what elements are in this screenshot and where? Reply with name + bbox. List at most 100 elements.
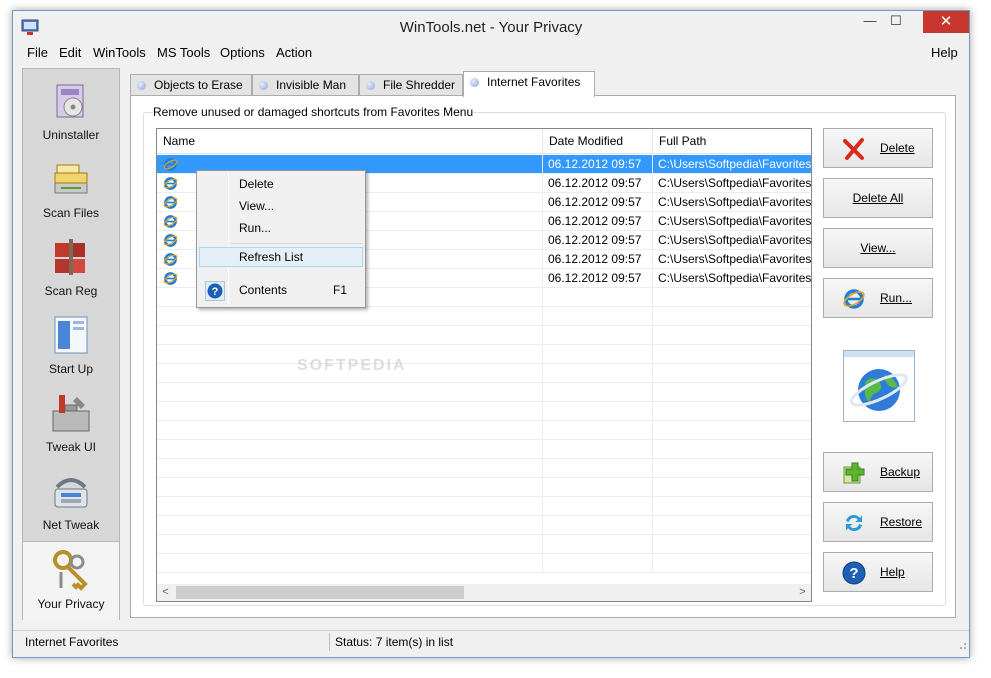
menu-help[interactable]: Help [931,45,958,60]
date-modified-cell: 06.12.2012 09:57 [543,250,653,269]
menu-ms-tools[interactable]: MS Tools [157,45,210,60]
full-path-cell [653,307,811,326]
context-menu: Delete View... Run... Refresh List ? Con… [196,170,366,308]
tab-label: File Shredder [383,78,456,92]
scan-reg-icon [55,239,85,275]
table-row [157,554,811,573]
internet-explorer-icon [163,196,178,209]
full-path-cell [653,440,811,459]
date-modified-cell [543,288,653,307]
context-item-delete[interactable]: Delete [199,174,363,194]
scroll-thumb[interactable] [176,586,464,599]
backup-button[interactable]: Backup [823,452,933,492]
full-path-cell [653,459,811,478]
delete-button[interactable]: Delete [823,128,933,168]
name-cell [157,421,543,440]
delete-label: Delete [880,141,915,155]
sidebar-item-label: Start Up [48,362,93,376]
full-path-cell [653,535,811,554]
table-row [157,516,811,535]
context-item-view[interactable]: View... [199,196,363,216]
sidebar-item-tweak-ui[interactable]: Tweak UI [23,385,119,463]
tab-invisible-man[interactable]: Invisible Man [252,74,359,96]
help-button[interactable]: ? Help [823,552,933,592]
table-row [157,402,811,421]
full-path-cell [653,497,811,516]
full-path-cell: C:\Users\Softpedia\Favorites [658,233,812,247]
date-modified-cell [543,497,653,516]
date-modified-cell [543,516,653,535]
restore-button[interactable]: Restore [823,502,933,542]
full-path-cell [653,364,811,383]
scroll-left-arrow[interactable]: < [157,584,174,601]
tab-objects-to-erase[interactable]: Objects to Erase [130,74,252,96]
date-modified-cell: 06.12.2012 09:57 [543,212,653,231]
column-header-name[interactable]: Name [157,129,543,154]
date-modified-cell: 06.12.2012 09:57 [543,231,653,250]
date-modified-cell [543,478,653,497]
context-item-label: View... [239,199,275,213]
full-path-cell [653,326,811,345]
table-row [157,478,811,497]
sidebar-item-label: Tweak UI [45,440,96,454]
date-modified-cell [543,421,653,440]
your-privacy-icon [53,550,88,591]
tab-bullet-icon [137,81,146,90]
run-button[interactable]: Run... [823,278,933,318]
resize-grip-icon[interactable] [957,640,967,650]
delete-all-button[interactable]: Delete All [823,178,933,218]
title-bar[interactable]: WinTools.net - Your Privacy — ☐ ✕ [13,11,969,43]
horizontal-scrollbar[interactable]: < > [157,584,811,601]
app-window: WinTools.net - Your Privacy — ☐ ✕ File E… [12,10,970,658]
tab-bullet-icon [366,81,375,90]
tab-internet-favorites[interactable]: Internet Favorites [463,71,595,97]
status-divider [329,633,330,651]
menu-edit[interactable]: Edit [59,45,81,60]
date-modified-cell: 06.12.2012 09:57 [543,174,653,193]
run-label: Run... [880,291,913,305]
help-label: Help [880,565,905,579]
menu-options[interactable]: Options [220,45,265,60]
date-modified-cell: 06.12.2012 09:57 [543,269,653,288]
tweak-ui-icon [52,395,90,432]
maximize-button[interactable]: ☐ [881,11,911,33]
date-modified-cell [543,402,653,421]
internet-explorer-icon [163,272,178,285]
column-header-date-modified[interactable]: Date Modified [543,129,653,154]
date-modified-cell [543,535,653,554]
status-text: Status: 7 item(s) in list [335,635,454,649]
scroll-right-arrow[interactable]: > [794,584,811,601]
backup-label: Backup [880,465,921,479]
sidebar-item-scan-reg[interactable]: Scan Reg [23,229,119,307]
context-item-contents[interactable]: ? Contents F1 [199,277,363,303]
date-modified-cell: 06.12.2012 09:57 [543,193,653,212]
table-row [157,364,811,383]
start-up-icon [54,316,88,354]
table-row [157,383,811,402]
close-button[interactable]: ✕ [923,11,969,33]
date-modified-cell [543,459,653,478]
menu-action[interactable]: Action [276,45,312,60]
sidebar-item-scan-files[interactable]: Scan Files [23,151,119,229]
sidebar-item-uninstaller[interactable]: Uninstaller [23,73,119,151]
column-header-full-path[interactable]: Full Path [653,129,811,154]
full-path-cell: C:\Users\Softpedia\Favorites [658,195,812,209]
context-item-label: Run... [239,221,272,235]
full-path-cell: C:\Users\Softpedia\Favorites [658,271,812,285]
tab-file-shredder[interactable]: File Shredder [359,74,463,96]
context-item-label: Refresh List [239,250,304,264]
menu-wintools[interactable]: WinTools [93,45,146,60]
view-button[interactable]: View... [823,228,933,268]
sidebar-item-start-up[interactable]: Start Up [23,307,119,385]
context-item-run[interactable]: Run... [199,218,363,238]
refresh-icon [846,514,862,532]
window-title: WinTools.net - Your Privacy [399,19,583,36]
sidebar-item-net-tweak[interactable]: Net Tweak [23,463,119,541]
view-label: View... [860,241,896,255]
sidebar-item-your-privacy[interactable]: Your Privacy [23,541,119,623]
sidebar-item-label: Your Privacy [37,597,105,611]
table-row [157,345,811,364]
context-item-refresh-list[interactable]: Refresh List [199,247,363,267]
menu-file[interactable]: File [27,45,48,60]
name-cell [157,326,543,345]
